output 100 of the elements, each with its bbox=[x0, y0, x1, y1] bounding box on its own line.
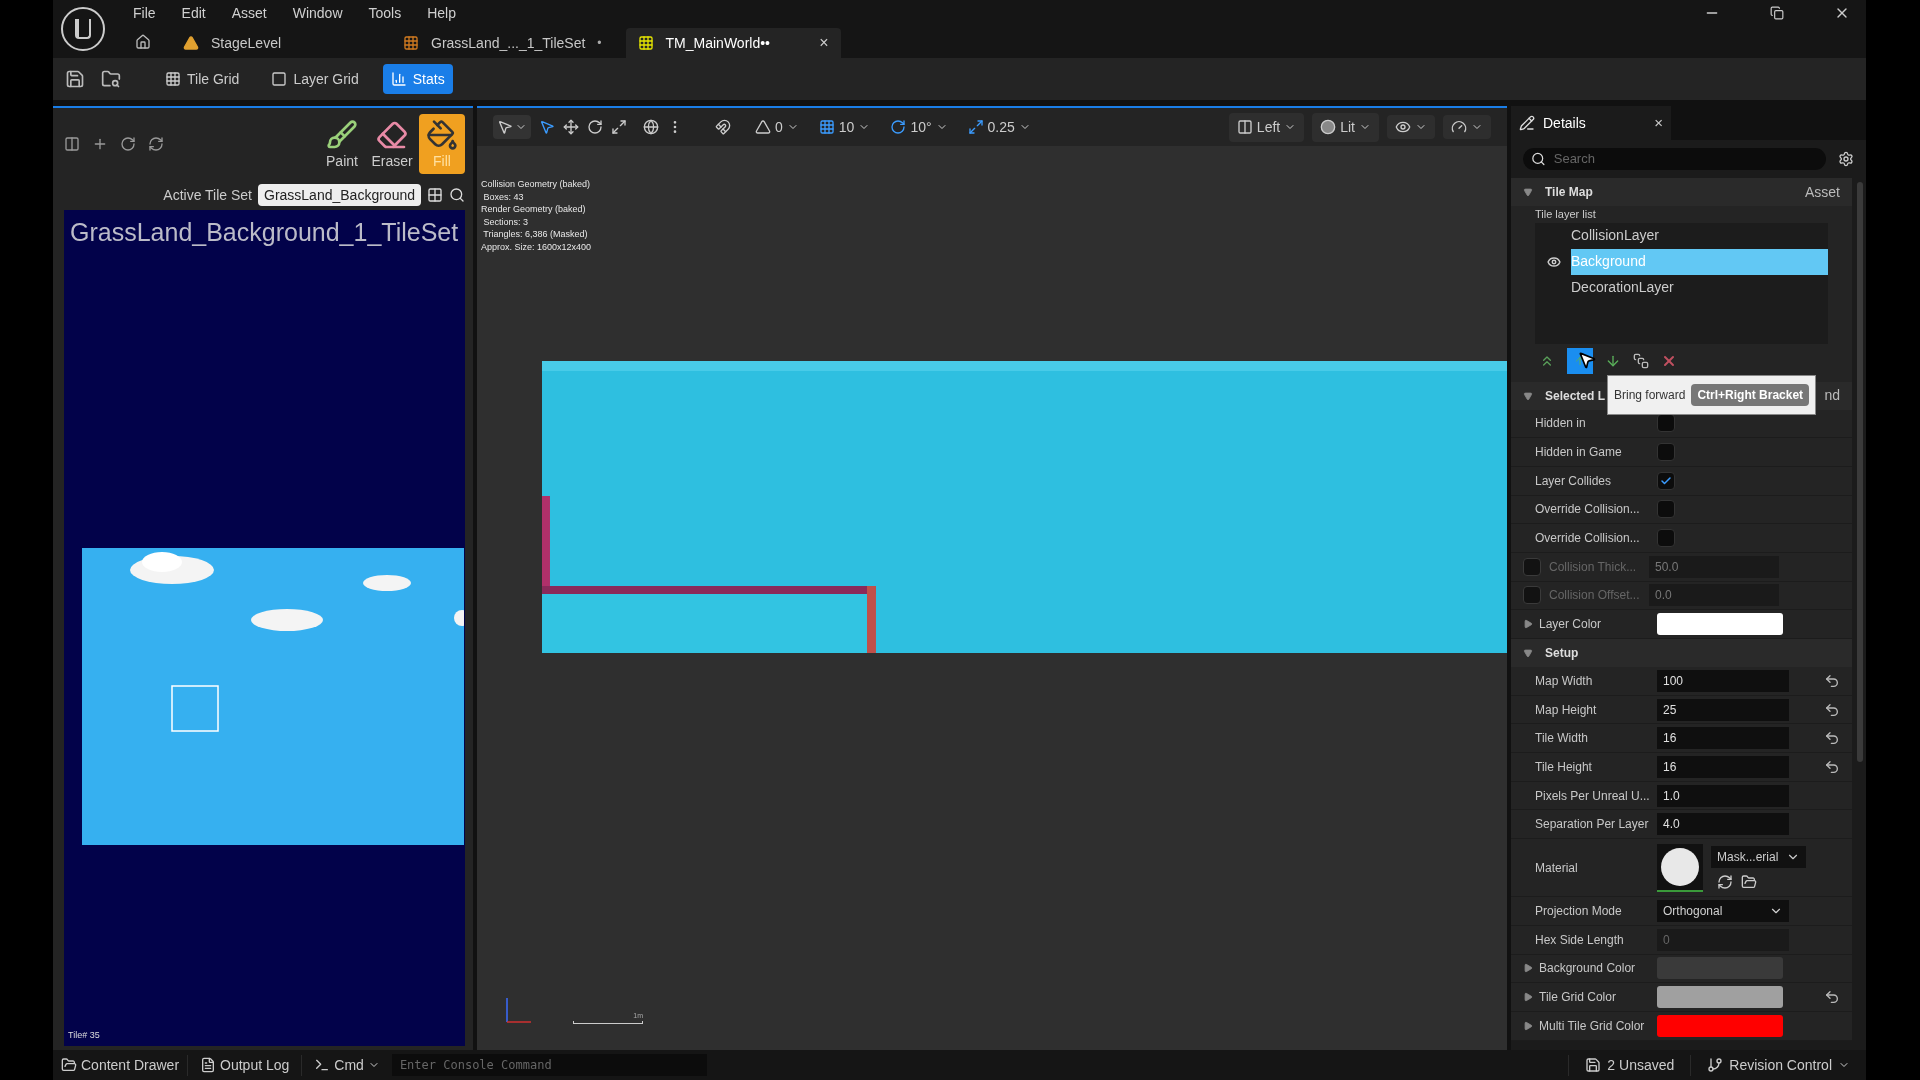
menu-item[interactable]: Asset bbox=[231, 2, 267, 24]
material-thumbnail[interactable] bbox=[1657, 843, 1703, 892]
checkbox[interactable] bbox=[1523, 557, 1541, 576]
branch-icon bbox=[1707, 1057, 1724, 1073]
magnet-icon[interactable] bbox=[715, 119, 731, 135]
log-icon bbox=[200, 1057, 217, 1073]
collapse-icon[interactable] bbox=[1523, 390, 1533, 401]
search-box[interactable]: Search bbox=[1523, 148, 1826, 170]
expand-icon[interactable] bbox=[1523, 963, 1533, 974]
color-swatch[interactable] bbox=[1657, 613, 1783, 636]
menu-item[interactable]: Edit bbox=[181, 2, 206, 24]
view-mode-button[interactable]: Lit bbox=[1312, 112, 1379, 142]
console-box[interactable]: Enter Console Command bbox=[391, 1054, 707, 1076]
reset-icon[interactable] bbox=[1824, 672, 1840, 689]
number-field[interactable]: 16 bbox=[1657, 755, 1789, 778]
collapse-icon[interactable] bbox=[1523, 187, 1533, 197]
tool-button[interactable]: Eraser bbox=[369, 114, 415, 174]
rotate-icon[interactable] bbox=[120, 136, 136, 152]
home-icon[interactable] bbox=[135, 34, 151, 50]
browse-icon[interactable] bbox=[101, 69, 121, 89]
number-field[interactable]: 25 bbox=[1657, 698, 1789, 721]
checkbox[interactable] bbox=[1657, 500, 1675, 519]
number-field[interactable]: 16 bbox=[1657, 727, 1789, 750]
gauge-icon bbox=[1451, 119, 1467, 135]
console-field[interactable]: Enter Console Command bbox=[399, 1056, 699, 1074]
performance-button[interactable] bbox=[1443, 115, 1491, 139]
grid-icon bbox=[637, 35, 654, 51]
move-icon[interactable] bbox=[563, 119, 579, 135]
document-tab[interactable]: StageLevel bbox=[171, 28, 391, 58]
close-tab-button[interactable]: × bbox=[819, 31, 829, 55]
output-log-button[interactable]: Output Log bbox=[187, 1054, 302, 1076]
projection-dropdown[interactable]: Orthogonal bbox=[1657, 899, 1789, 922]
save-icon[interactable] bbox=[65, 69, 85, 89]
menu-item[interactable]: File bbox=[133, 2, 156, 24]
select-icon[interactable] bbox=[539, 119, 555, 135]
eye-icon[interactable] bbox=[1547, 254, 1561, 269]
reset-icon[interactable] bbox=[1824, 989, 1840, 1006]
document-tab[interactable]: TM_MainWorld•• × bbox=[625, 28, 841, 58]
checkbox[interactable] bbox=[1657, 529, 1675, 548]
snap-button[interactable]: 0.25 bbox=[967, 116, 1031, 138]
view-button[interactable]: Left bbox=[1228, 112, 1305, 142]
color-swatch[interactable] bbox=[1657, 986, 1783, 1009]
snap-button[interactable]: 0 bbox=[755, 116, 799, 138]
reset-icon[interactable] bbox=[1824, 730, 1840, 747]
shortcut-badge: Ctrl+Right Bracket bbox=[1691, 384, 1810, 406]
expand-icon[interactable] bbox=[1523, 1020, 1533, 1031]
number-field[interactable]: 0.0 bbox=[1655, 586, 1672, 605]
menu-item[interactable]: Tools bbox=[368, 2, 402, 24]
close-panel-button[interactable]: × bbox=[1654, 111, 1663, 135]
number-field[interactable]: 4.0 bbox=[1657, 813, 1789, 836]
document-tab[interactable]: GrassLand_..._1_TileSet • bbox=[391, 28, 626, 58]
reset-icon[interactable] bbox=[1824, 701, 1840, 718]
search-field[interactable]: Search bbox=[1553, 149, 1818, 169]
snap-button[interactable]: 10 bbox=[818, 116, 871, 138]
material-dropdown[interactable]: Mask...erial bbox=[1711, 845, 1807, 868]
menu-item[interactable]: Help bbox=[427, 2, 456, 24]
layer-item[interactable]: DecorationLayer bbox=[1571, 274, 1828, 301]
number-field[interactable]: 100 bbox=[1657, 669, 1789, 692]
grid-icon[interactable] bbox=[427, 187, 443, 203]
globe-icon[interactable] bbox=[643, 119, 659, 135]
number-field[interactable]: 1.0 bbox=[1657, 784, 1789, 807]
select-mode-button[interactable] bbox=[493, 115, 531, 139]
checkbox[interactable] bbox=[1523, 586, 1541, 605]
save-icon bbox=[1585, 1057, 1602, 1073]
unsaved-button[interactable]: 2 Unsaved bbox=[1568, 1054, 1691, 1076]
tool-button[interactable]: Paint bbox=[319, 114, 365, 174]
duplicate-icon[interactable] bbox=[1633, 352, 1649, 369]
reset-icon[interactable] bbox=[1824, 758, 1840, 775]
scale-icon[interactable] bbox=[611, 119, 627, 135]
search-icon[interactable] bbox=[449, 187, 465, 203]
refresh-icon[interactable] bbox=[148, 136, 164, 152]
plus-icon[interactable] bbox=[92, 136, 108, 152]
tile-set-field[interactable]: GrassLand_Background bbox=[258, 184, 421, 206]
snap-button[interactable]: 10° bbox=[890, 116, 948, 138]
engine-logo-icon[interactable] bbox=[61, 7, 105, 51]
checkbox[interactable] bbox=[1657, 443, 1675, 462]
settings-icon[interactable] bbox=[1838, 151, 1854, 167]
expand-icon[interactable] bbox=[1523, 619, 1533, 630]
flip-icon[interactable] bbox=[64, 136, 80, 152]
triangle-icon bbox=[755, 119, 771, 135]
revision-control-button[interactable]: Revision Control bbox=[1690, 1054, 1866, 1076]
toolbar-button[interactable]: Layer Grid bbox=[263, 64, 367, 94]
checkbox[interactable] bbox=[1657, 471, 1675, 490]
menu-item[interactable]: Window bbox=[292, 2, 343, 24]
content-drawer-button[interactable]: Content Drawer bbox=[53, 1054, 188, 1076]
show-button[interactable] bbox=[1387, 115, 1435, 139]
collapse-icon[interactable] bbox=[1523, 648, 1533, 658]
layer-item[interactable]: CollisionLayer bbox=[1571, 222, 1828, 249]
browse-icon[interactable] bbox=[1741, 873, 1757, 890]
restore-icon[interactable] bbox=[1770, 6, 1784, 20]
toolbar-button[interactable]: Stats bbox=[382, 64, 453, 94]
rotate-icon[interactable] bbox=[587, 119, 603, 135]
number-field[interactable]: 50.0 bbox=[1655, 557, 1679, 576]
scale-icon bbox=[967, 119, 984, 135]
cmd-button[interactable]: Cmd bbox=[301, 1054, 392, 1076]
use-asset-icon[interactable] bbox=[1717, 873, 1733, 890]
stats-line: Approx. Size: 1600x12x400 bbox=[481, 240, 593, 253]
color-swatch[interactable] bbox=[1657, 1014, 1783, 1037]
expand-icon[interactable] bbox=[1523, 992, 1533, 1003]
toolbar-button[interactable]: Tile Grid bbox=[157, 64, 248, 94]
